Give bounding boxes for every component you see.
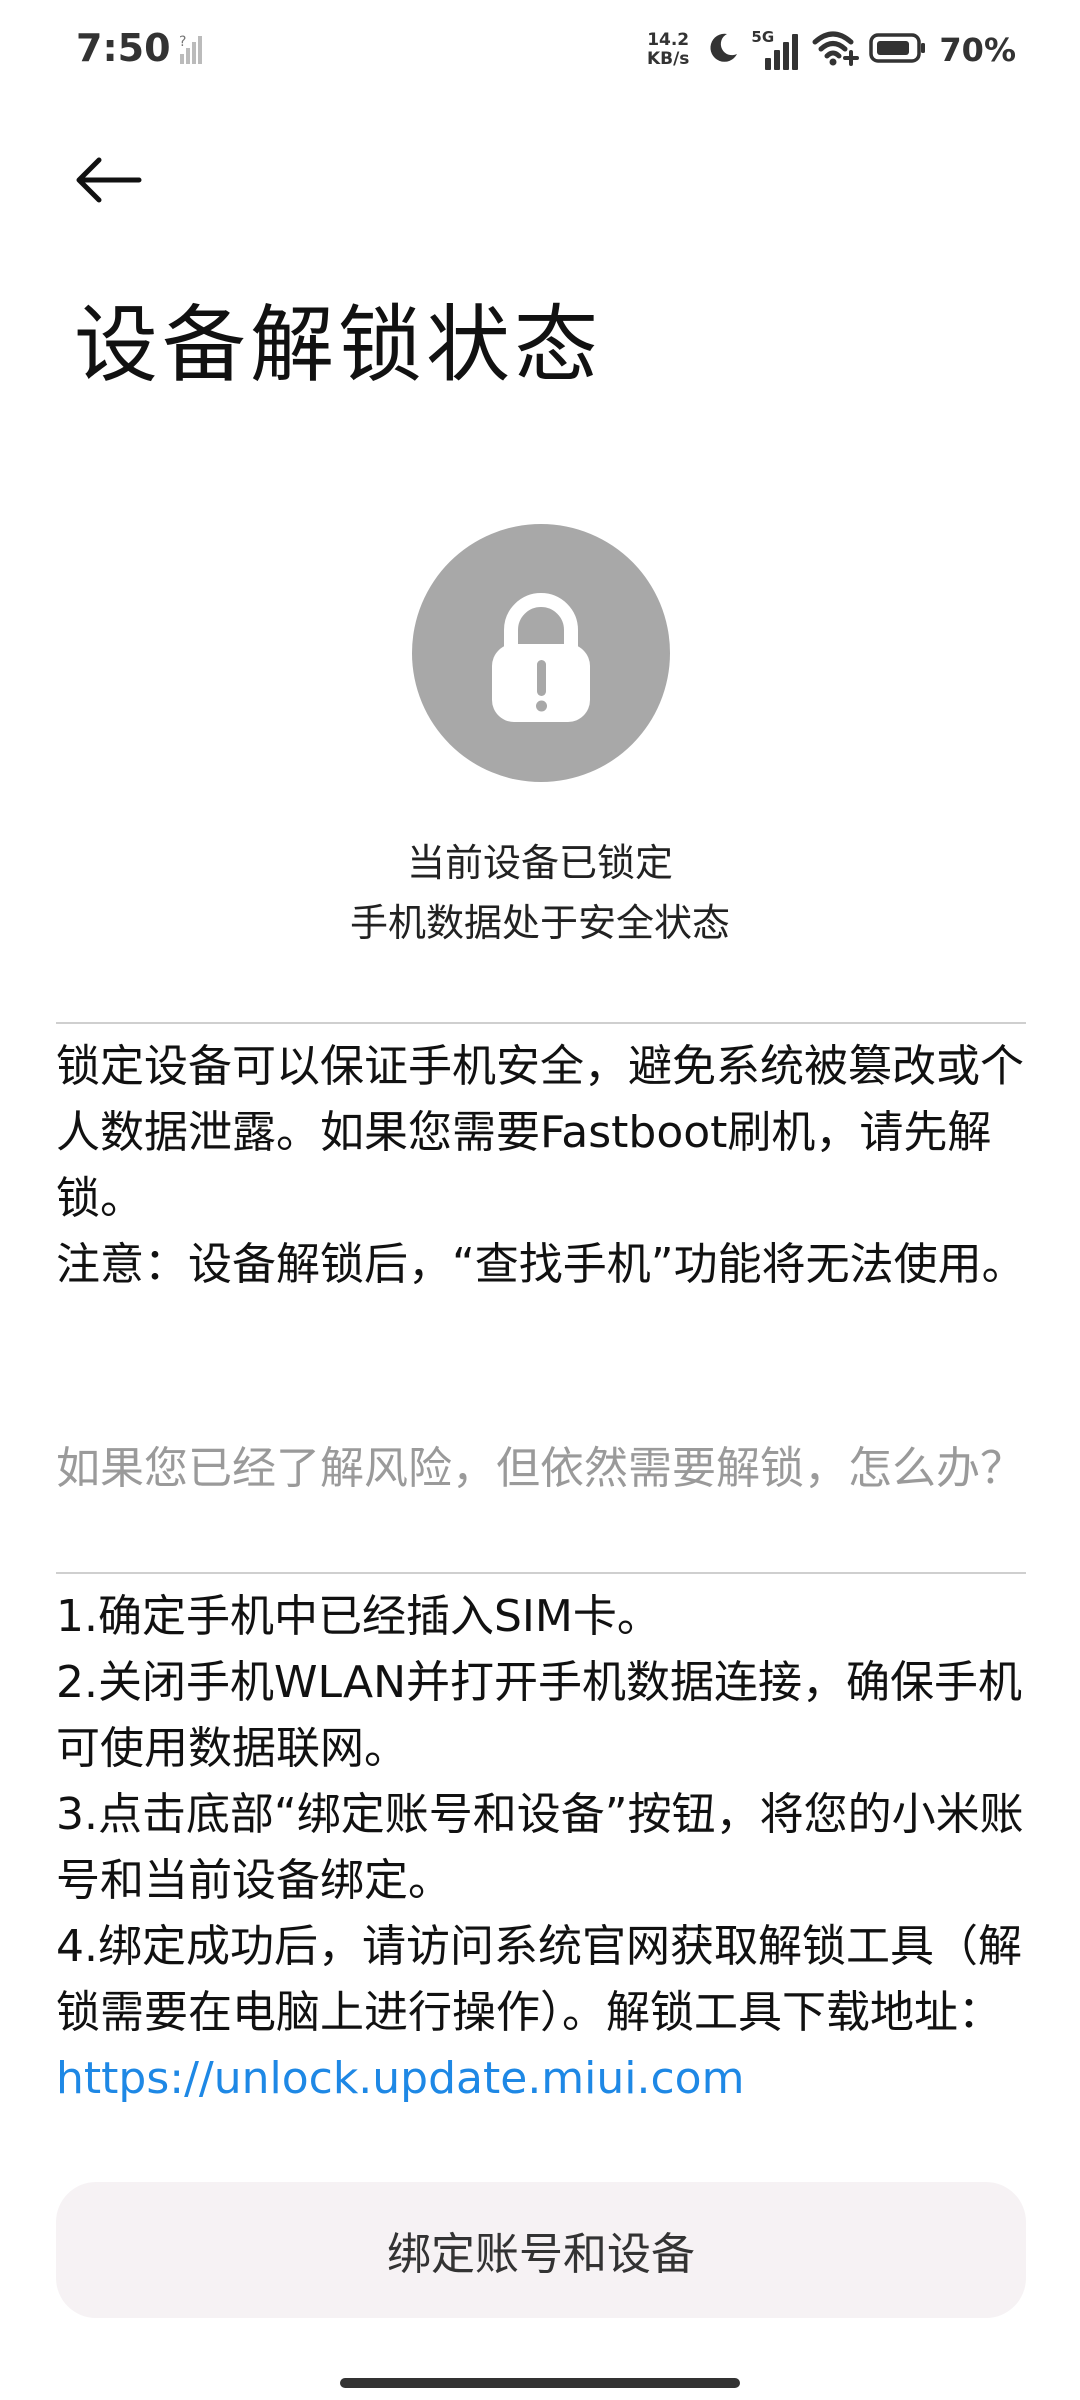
unlock-tool-link[interactable]: https://unlock.update.miui.com bbox=[56, 2046, 1036, 2112]
back-button[interactable] bbox=[68, 140, 148, 220]
description: 锁定设备可以保证手机安全，避免系统被篡改或个人数据泄露。如果您需要Fastboo… bbox=[56, 1034, 1026, 1298]
step-item: 3.点击底部“绑定账号和设备”按钮，将您的小米账号和当前设备绑定。 bbox=[56, 1789, 1024, 1906]
faq-question: 如果您已经了解风险，但依然需要解锁，怎么办？ bbox=[56, 1443, 1024, 1494]
divider bbox=[56, 1572, 1026, 1574]
network-speed-value: 14.2 bbox=[647, 30, 690, 50]
warning-paragraph: 注意：设备解锁后，“查找手机”功能将无法使用。 bbox=[56, 1239, 1026, 1290]
network-speed: 14.2 KB/s bbox=[647, 31, 689, 69]
moon-icon bbox=[705, 30, 741, 70]
lock-icon bbox=[492, 593, 590, 722]
status-time: 7:50 bbox=[76, 26, 171, 70]
step-item: 2.关闭手机WLAN并打开手机数据连接，确保手机可使用数据联网。 bbox=[56, 1657, 1023, 1774]
home-indicator[interactable] bbox=[340, 2378, 740, 2388]
battery-icon bbox=[869, 32, 927, 68]
svg-text:?: ? bbox=[179, 34, 186, 50]
cellular-signal-icon: 5G bbox=[751, 28, 801, 72]
status-icons: 14.2 KB/s 5G 70% bbox=[647, 22, 1016, 78]
status-bar: 7:50 ? 14.2 KB/s 5G 70% bbox=[0, 0, 1080, 100]
bind-account-button[interactable]: 绑定账号和设备 bbox=[56, 2182, 1026, 2318]
unlock-steps: 1.确定手机中已经插入SIM卡。 2.关闭手机WLAN并打开手机数据连接，确保手… bbox=[56, 1584, 1036, 2112]
divider bbox=[56, 1022, 1026, 1024]
step-item: 4.绑定成功后，请访问系统官网获取解锁工具（解锁需要在电脑上进行操作）。解锁工具… bbox=[56, 1921, 1022, 2038]
description-paragraph: 锁定设备可以保证手机安全，避免系统被篡改或个人数据泄露。如果您需要Fastboo… bbox=[56, 1041, 1024, 1224]
no-sim-signal-icon: ? bbox=[178, 32, 204, 66]
lock-status-line1: 当前设备已锁定 bbox=[406, 841, 673, 885]
lock-status-line2: 手机数据处于安全状态 bbox=[349, 901, 730, 945]
step-item: 1.确定手机中已经插入SIM卡。 bbox=[56, 1591, 661, 1642]
back-arrow-icon bbox=[76, 157, 142, 203]
battery-percent: 70% bbox=[939, 31, 1016, 69]
wifi-icon bbox=[811, 28, 860, 72]
network-speed-unit: KB/s bbox=[646, 49, 690, 69]
lock-status-circle bbox=[412, 524, 670, 782]
page-title: 设备解锁状态 bbox=[74, 296, 603, 394]
